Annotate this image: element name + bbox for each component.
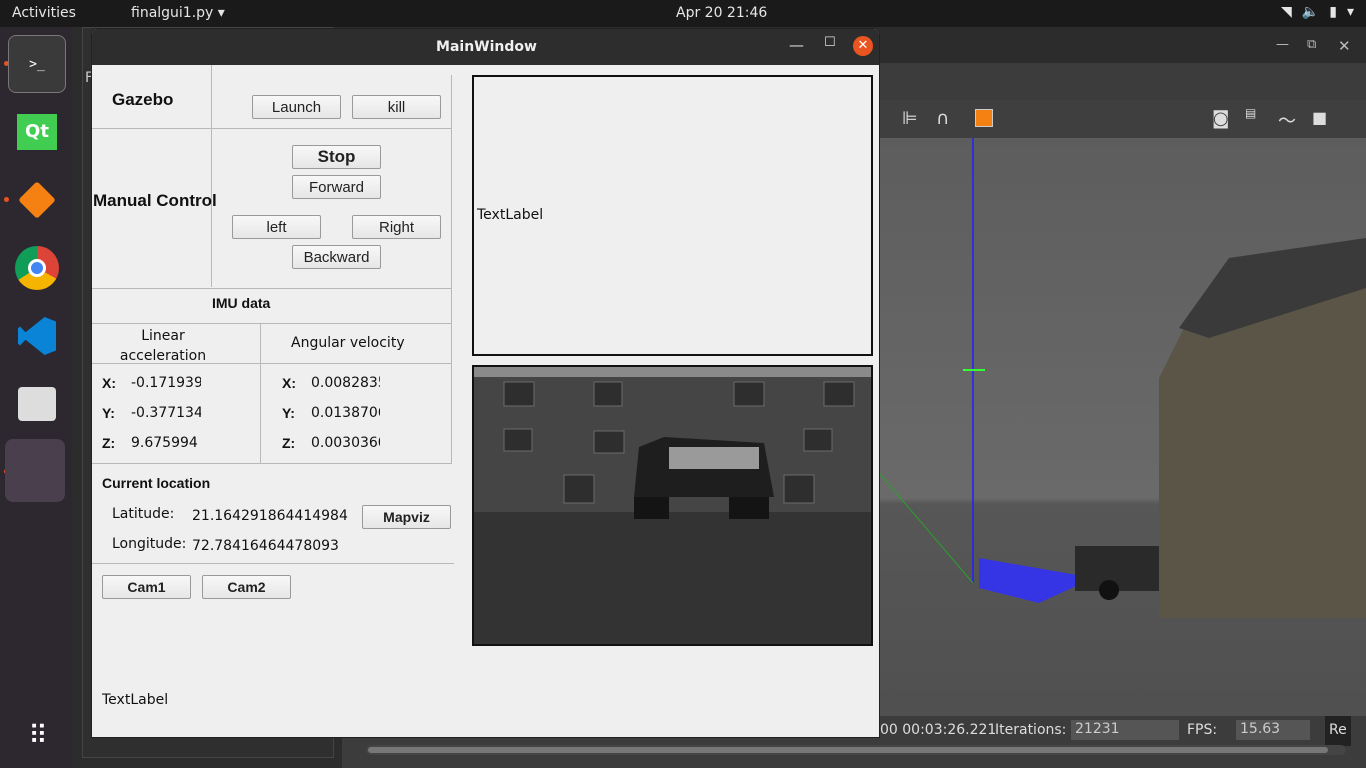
- app-menu-label: finalgui1.py: [131, 5, 214, 21]
- longitude-value: 72.78416464478093: [192, 538, 339, 554]
- cam2-button[interactable]: Cam2: [202, 575, 291, 599]
- plot-icon[interactable]: 〜: [1278, 107, 1296, 133]
- kill-button[interactable]: kill: [352, 95, 441, 119]
- vscode-icon[interactable]: [8, 307, 66, 365]
- divider: [92, 128, 452, 129]
- title-bar: MainWindow — ☐ ✕: [92, 29, 879, 65]
- mapviz-button[interactable]: Mapviz: [362, 505, 451, 529]
- show-apps-icon[interactable]: ⠿: [8, 707, 66, 765]
- angular-x-value: 0.0082835: [311, 375, 380, 391]
- maximize-icon[interactable]: ☐: [824, 35, 836, 50]
- horizontal-scrollbar[interactable]: [366, 745, 1346, 755]
- magnet-icon[interactable]: ∩: [936, 108, 949, 129]
- close-icon[interactable]: ✕: [1338, 37, 1351, 55]
- chrome-icon[interactable]: [8, 239, 66, 297]
- angular-velocity-header: Angular velocity: [291, 335, 405, 351]
- gazebo-group-title: Gazebo: [112, 90, 174, 109]
- right-button[interactable]: Right: [352, 215, 441, 239]
- reset-button[interactable]: Re: [1325, 716, 1351, 746]
- divider: [211, 65, 212, 287]
- launch-button[interactable]: Launch: [252, 95, 341, 119]
- angular-x-label: X:: [282, 375, 296, 391]
- stop-button[interactable]: Stop: [292, 145, 381, 169]
- minimize-icon[interactable]: —: [789, 36, 804, 54]
- sim-time: 00 00:03:26.221: [880, 722, 997, 738]
- linear-y-value: -0.377134: [131, 405, 201, 421]
- cam1-button[interactable]: Cam1: [102, 575, 191, 599]
- linear-z-label: Z:: [102, 435, 116, 451]
- top-display-panel: TextLabel: [472, 75, 873, 356]
- backward-button[interactable]: Backward: [292, 245, 381, 269]
- maximize-icon[interactable]: ⧉: [1307, 37, 1316, 52]
- chevron-down-icon: ▾: [1346, 4, 1354, 20]
- top-bar: Activities finalgui1.py ▾ Apr 20 21:46 ◥…: [0, 0, 1366, 27]
- camera-feed-panel: [472, 365, 873, 646]
- clock[interactable]: Apr 20 21:46: [676, 5, 767, 21]
- left-button[interactable]: left: [232, 215, 321, 239]
- bottom-text-label: TextLabel: [102, 692, 169, 708]
- iterations-label: Iterations:: [995, 722, 1067, 738]
- imu-title: IMU data: [212, 295, 271, 311]
- linear-y-label: Y:: [102, 405, 115, 421]
- divider: [451, 75, 452, 463]
- manual-control-title: Manual Control: [93, 191, 217, 210]
- log-icon[interactable]: ▤: [1245, 106, 1256, 120]
- angular-z-value: 0.0030360: [311, 435, 380, 451]
- linear-acceleration-header: Linear acceleration: [119, 328, 207, 364]
- angular-z-label: Z:: [282, 435, 296, 451]
- gazebo-toolbar: ⊫ ∩ ◙ ▤ 〜 ■: [842, 100, 1366, 138]
- align-icon[interactable]: ⊫: [902, 108, 918, 129]
- activities-button[interactable]: Activities: [12, 5, 76, 21]
- minimize-icon[interactable]: —: [1276, 37, 1289, 52]
- angular-y-label: Y:: [282, 405, 295, 421]
- window-title: MainWindow: [436, 39, 537, 55]
- gazebo-app-icon[interactable]: [8, 171, 66, 229]
- wifi-icon: ◥: [1281, 4, 1292, 20]
- divider: [260, 324, 261, 463]
- active-app-slot[interactable]: [5, 439, 65, 502]
- close-icon[interactable]: ✕: [853, 36, 873, 56]
- top-panel-text-label: TextLabel: [477, 207, 544, 223]
- video-icon[interactable]: ■: [1312, 108, 1327, 127]
- linear-z-value: 9.675994: [131, 435, 198, 451]
- longitude-label: Longitude:: [112, 536, 187, 552]
- volume-icon: 🔈: [1301, 4, 1320, 20]
- divider: [92, 563, 454, 564]
- camera-icon[interactable]: ◙: [1212, 108, 1229, 129]
- divider: [92, 288, 452, 289]
- forward-button[interactable]: Forward: [292, 175, 381, 199]
- files-icon[interactable]: [8, 375, 66, 433]
- battery-icon: ▮: [1329, 4, 1337, 20]
- box-icon[interactable]: [975, 109, 993, 127]
- divider: [92, 463, 452, 464]
- camera-feed-image: [474, 367, 871, 644]
- angular-y-value: 0.0138706: [311, 405, 380, 421]
- fps-field: 15.63: [1236, 720, 1310, 740]
- divider: [92, 323, 452, 324]
- qt-creator-icon[interactable]: Qt: [8, 103, 66, 161]
- linear-x-label: X:: [102, 375, 116, 391]
- terminal-icon[interactable]: >_: [8, 35, 66, 93]
- scrollbar-thumb[interactable]: [368, 747, 1328, 753]
- iterations-field: 21231: [1071, 720, 1179, 740]
- latitude-value: 21.164291864414984: [192, 508, 348, 524]
- current-location-title: Current location: [102, 475, 211, 491]
- main-window: MainWindow — ☐ ✕ Gazebo Launch kill Manu…: [91, 28, 880, 738]
- gazebo-3d-scene[interactable]: [879, 138, 1366, 738]
- app-menu[interactable]: finalgui1.py ▾: [131, 5, 225, 21]
- scene-graphic: [879, 138, 1366, 618]
- latitude-label: Latitude:: [112, 506, 175, 522]
- system-tray[interactable]: ◥ 🔈 ▮ ▾: [1281, 4, 1354, 20]
- chevron-down-icon: ▾: [217, 5, 225, 21]
- gazebo-status-bar: 00 00:03:26.221 Iterations: 21231 FPS: 1…: [879, 716, 1366, 746]
- dock: >_ Qt ⠿: [0, 27, 72, 768]
- linear-x-value: -0.171939: [131, 375, 201, 391]
- fps-label: FPS:: [1187, 722, 1218, 738]
